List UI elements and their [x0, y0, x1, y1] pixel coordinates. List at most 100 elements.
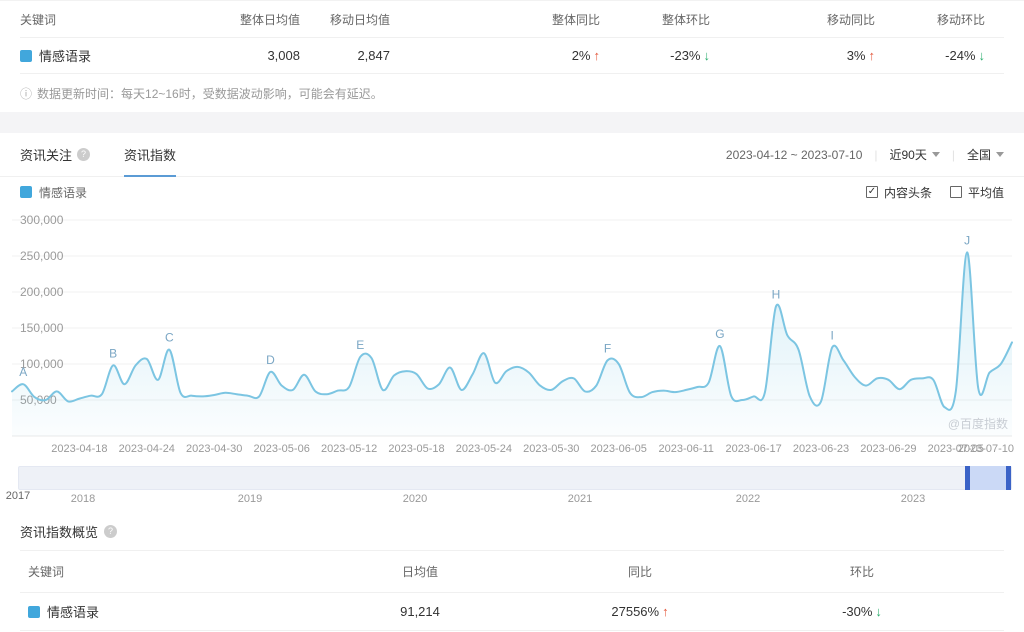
summary-column-header: 移动同比 — [826, 12, 875, 27]
legend-item[interactable]: 情感语录 — [20, 184, 87, 201]
watermark: @百度指数 — [948, 416, 1008, 431]
keyword-label: 情感语录 — [47, 605, 100, 620]
mobile-daily-avg-value: 2,847 — [357, 48, 390, 63]
x-axis-label: 2023-07-10 — [958, 443, 1014, 455]
date-range-display[interactable]: 2023-04-12 ~ 2023-07-10 — [726, 148, 862, 162]
series-color-swatch — [20, 186, 32, 198]
peak-marker-D[interactable]: D — [266, 353, 275, 367]
trend-section: 资讯关注 ? 资讯指数 2023-04-12 ~ 2023-07-10 | 近9… — [0, 133, 1024, 510]
y-axis-label: 200,000 — [20, 285, 64, 299]
trend-area — [12, 252, 1012, 436]
overview-column-header: 关键词 — [28, 565, 65, 579]
peak-marker-J[interactable]: J — [964, 233, 970, 247]
x-axis-label: 2023-04-30 — [186, 443, 242, 455]
overview-column-header: 日均值 — [401, 565, 438, 579]
trend-chart[interactable]: 50,000100,000150,000200,000250,000300,00… — [0, 214, 1024, 464]
peak-marker-A[interactable]: A — [19, 365, 27, 379]
peak-marker-H[interactable]: H — [772, 287, 781, 301]
info-icon: ⓘ — [20, 86, 33, 101]
timeline-slider — [0, 464, 1024, 490]
overview-header-row: 关键词 日均值 同比 环比 — [20, 551, 1004, 593]
peak-marker-E[interactable]: E — [356, 338, 364, 352]
slider-track[interactable] — [18, 466, 1012, 490]
overview-keyword-cell[interactable]: 情感语录 — [20, 602, 300, 621]
chevron-down-icon — [931, 152, 940, 157]
checkbox-checked-icon: ✓ — [865, 186, 878, 198]
tab-bar: 资讯关注 ? 资讯指数 2023-04-12 ~ 2023-07-10 | 近9… — [0, 133, 1024, 177]
mobile-mom-value: -24% ↓ — [945, 48, 986, 63]
x-axis-label: 2023-05-12 — [321, 443, 377, 455]
checkbox-unchecked-icon — [949, 186, 962, 198]
timeline-year-label: 2021 — [567, 493, 593, 505]
overview-title-row: 资讯指数概览 ? — [20, 510, 1004, 551]
summary-column-header: 移动环比 — [936, 12, 985, 27]
checkbox-average[interactable]: 平均值 — [949, 184, 1004, 201]
region-select[interactable]: 全国 — [967, 146, 1004, 163]
overview-section: 资讯指数概览 ? 关键词 日均值 同比 环比 情感语录 91,214 27556% ↑ … — [0, 510, 1024, 631]
help-icon[interactable]: ? — [77, 148, 91, 161]
chevron-down-icon — [996, 152, 1004, 157]
y-axis-label: 250,000 — [20, 249, 64, 263]
x-axis-label: 2023-04-24 — [119, 443, 175, 455]
x-axis-label: 2023-06-23 — [793, 443, 849, 455]
divider: | — [874, 147, 878, 162]
x-axis-label: 2023-06-05 — [591, 443, 647, 455]
up-arrow-icon: ↑ — [662, 604, 669, 619]
mobile-yoy-value: 3% ↑ — [846, 48, 875, 63]
series-color-swatch — [28, 605, 40, 618]
tab-news-index[interactable]: 资讯指数 — [124, 133, 177, 177]
x-axis-label: 2023-05-06 — [254, 443, 310, 455]
overview-yoy: 27556% ↑ — [611, 604, 669, 619]
timeline-year-label: 2023 — [900, 493, 926, 505]
section-divider — [0, 112, 1024, 133]
overview-daily-avg: 91,214 — [400, 604, 440, 619]
baidu-index-page: { "summary_table": { "columns": ["关键词", … — [0, 0, 1024, 632]
summary-data-row: 情感语录 3,008 2,847 2% ↑ -23% ↓ 3% ↑ -24% ↓ — [20, 38, 1004, 74]
peak-marker-G[interactable]: G — [715, 327, 724, 341]
summary-column-header: 整体日均值 — [239, 12, 300, 27]
x-axis-label: 2023-06-29 — [860, 443, 916, 455]
checkbox-content-headlines[interactable]: ✓ 内容头条 — [865, 184, 932, 201]
summary-column-header: 关键词 — [20, 12, 57, 27]
peak-marker-C[interactable]: C — [165, 331, 174, 345]
divider: | — [951, 147, 955, 162]
chart-options: ✓ 内容头条 平均值 — [865, 184, 1004, 201]
overview-mom: -30% ↓ — [842, 604, 882, 619]
y-axis-label: 150,000 — [20, 321, 64, 335]
help-icon[interactable]: ? — [104, 525, 118, 538]
legend-row: 情感语录 ✓ 内容头条 平均值 — [0, 177, 1024, 207]
x-axis-label: 2023-05-18 — [388, 443, 444, 455]
summary-header-row: 关键词 整体日均值 移动日均值 整体同比 整体环比 移动同比 移动环比 — [20, 1, 1004, 38]
overall-daily-avg-value: 3,008 — [267, 48, 300, 63]
tab-news-attention[interactable]: 资讯关注 ? — [20, 133, 91, 176]
overview-data-row: 情感语录 91,214 27556% ↑ -30% ↓ — [20, 593, 1004, 631]
keyword-label: 情感语录 — [39, 49, 92, 64]
summary-column-header: 整体环比 — [661, 12, 710, 27]
slider-selection[interactable] — [965, 466, 1011, 490]
x-axis-label: 2023-06-17 — [725, 443, 781, 455]
down-arrow-icon: ↓ — [875, 604, 882, 619]
summary-section: 关键词 整体日均值 移动日均值 整体同比 整体环比 移动同比 移动环比 情感语录 3,008… — [0, 0, 1024, 112]
peak-marker-I[interactable]: I — [831, 328, 834, 342]
overall-mom-value: -23% ↓ — [670, 48, 710, 63]
x-axis-label: 2023-05-30 — [523, 443, 579, 455]
overview-column-header: 同比 — [627, 565, 652, 579]
overview-column-header: 环比 — [849, 565, 874, 579]
summary-keyword-cell[interactable]: 情感语录 — [20, 46, 180, 65]
y-axis-label: 300,000 — [20, 214, 64, 227]
peak-marker-B[interactable]: B — [109, 346, 117, 360]
x-axis-label: 2023-06-11 — [658, 443, 713, 455]
timeline-year-label: 2018 — [70, 493, 96, 505]
timeline-year-label: 2019 — [237, 493, 263, 505]
data-update-note: ⓘ 数据更新时间：每天12~16时，受数据波动影响，可能会有延迟。 — [20, 86, 383, 101]
timeline-years: 2017 2018 2019 2020 2021 2022 2023 — [0, 490, 1024, 510]
x-axis-label: 2023-04-18 — [51, 443, 107, 455]
time-range-select[interactable]: 近90天 — [890, 146, 940, 163]
overview-title: 资讯指数概览 — [20, 525, 99, 540]
peak-marker-F[interactable]: F — [604, 341, 611, 355]
summary-column-header: 整体同比 — [551, 12, 600, 27]
down-arrow-icon: ↓ — [978, 48, 986, 63]
chart-controls: 2023-04-12 ~ 2023-07-10 | 近90天 | 全国 — [726, 146, 1004, 163]
overall-yoy-value: 2% ↑ — [571, 48, 600, 63]
series-color-swatch — [20, 49, 32, 62]
